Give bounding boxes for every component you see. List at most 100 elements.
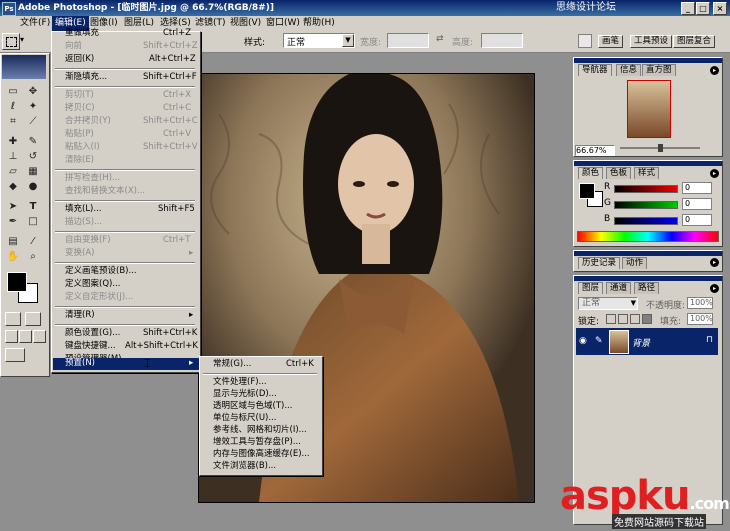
channel-g-value[interactable]: 0 [682, 198, 712, 210]
chevron-down-icon[interactable]: ▾ [20, 35, 24, 44]
pref-memory-cache[interactable]: 内存与图像高速缓存(E)... [201, 449, 321, 460]
menu-item-transform[interactable]: 变换(A) ▸ [53, 248, 199, 259]
pref-plugins-scratch[interactable]: 增效工具与暂存盘(P)... [201, 437, 321, 448]
hand-tool-icon[interactable]: ✋ [5, 250, 21, 264]
standard-mode-icon[interactable] [5, 312, 21, 326]
pref-guides-grid-slices[interactable]: 参考线、网格和切片(I)... [201, 425, 321, 436]
move-tool-icon[interactable]: ✥ [25, 85, 41, 99]
crop-tool-icon[interactable]: ⌗ [5, 115, 21, 129]
menu-item-define-custom-shape[interactable]: 定义自定形状(J)... [53, 292, 199, 303]
menu-item-free-transform[interactable]: 自由变换(F) Ctrl+T [53, 235, 199, 246]
menu-item-color-settings[interactable]: 颜色设置(G)... Shift+Ctrl+K [53, 328, 199, 339]
path-selection-tool-icon[interactable]: ➤ [5, 200, 21, 214]
menu-item-stroke[interactable]: 描边(S)... [53, 217, 199, 228]
height-input[interactable] [481, 33, 523, 48]
lasso-tool-icon[interactable]: ℓ [5, 100, 21, 114]
style-select[interactable]: 正常 ▼ [283, 33, 355, 48]
menu-item-fade-fill[interactable]: 渐隐填充... Shift+Ctrl+F [53, 72, 199, 83]
marquee-preset-button[interactable] [2, 33, 20, 50]
tab-history[interactable]: 历史记录 [578, 257, 621, 269]
marquee-tool-icon[interactable]: ▭ [5, 85, 21, 99]
menu-item-redo-fill[interactable]: 重做填充 Ctrl+Z [53, 28, 199, 39]
type-tool-icon[interactable]: T [25, 200, 41, 214]
swap-icon[interactable]: ⇄ [436, 34, 444, 44]
tab-color[interactable]: 颜色 [578, 167, 604, 179]
tab-info[interactable]: 信息 [616, 64, 642, 76]
history-brush-tool-icon[interactable]: ↺ [25, 150, 41, 164]
slice-tool-icon[interactable]: ⟋ [25, 115, 41, 129]
menu-item-fill[interactable]: 填充(L)... Shift+F5 [53, 204, 199, 215]
minimize-button[interactable]: _ [681, 2, 695, 15]
tab-navigator[interactable]: 导航器 [578, 64, 612, 76]
pref-general[interactable]: 常规(G)... Ctrl+K [201, 359, 321, 370]
tab-actions[interactable]: 动作 [622, 257, 648, 269]
width-input[interactable] [387, 33, 429, 48]
menu-item-define-pattern[interactable]: 定义图案(Q)... [53, 279, 199, 290]
brush-tool-icon[interactable]: ✎ [25, 135, 41, 149]
lock-all-icon[interactable] [642, 314, 652, 324]
tab-layer-comps[interactable]: 图层复合 [673, 35, 716, 48]
channel-r-slider[interactable] [614, 185, 678, 193]
zoom-field[interactable]: 66.67% [575, 145, 615, 156]
layer-row[interactable]: ◉ ✎ 背景 ⊓ [576, 328, 718, 355]
pref-file-handling[interactable]: 文件处理(F)... [201, 377, 321, 388]
tab-swatches[interactable]: 色板 [606, 167, 632, 179]
tab-tool-presets[interactable]: 工具预设 [630, 35, 673, 48]
screen-mode-standard-icon[interactable] [5, 330, 18, 343]
healing-brush-tool-icon[interactable]: ✚ [5, 135, 21, 149]
menu-item-copy-merged[interactable]: 合并拷贝(Y) Shift+Ctrl+C [53, 116, 199, 127]
menu-item-paste[interactable]: 粘贴(P) Ctrl+V [53, 129, 199, 140]
chevron-down-icon[interactable]: ▼ [631, 298, 636, 309]
screen-mode-full-icon[interactable] [33, 330, 46, 343]
pen-tool-icon[interactable]: ✒ [5, 215, 21, 229]
menu-item-find-replace[interactable]: 查找和替换文本(X)... [53, 186, 199, 197]
dodge-tool-icon[interactable]: ● [25, 180, 41, 194]
tab-histogram[interactable]: 直方图 [642, 64, 676, 76]
zoom-slider-thumb[interactable] [658, 144, 663, 152]
tab-channels[interactable]: 通道 [606, 282, 632, 294]
lock-move-icon[interactable] [630, 314, 640, 324]
eye-icon[interactable]: ◉ [579, 336, 587, 346]
lock-paint-icon[interactable] [618, 314, 628, 324]
tab-brushes[interactable]: 画笔 [598, 35, 624, 48]
pref-display-cursors[interactable]: 显示与光标(D)... [201, 389, 321, 400]
tab-layers[interactable]: 图层 [578, 282, 604, 294]
menu-item-purge[interactable]: 清理(R) ▸ [53, 310, 199, 321]
channel-b-slider[interactable] [614, 217, 678, 225]
shape-tool-icon[interactable]: □ [25, 215, 41, 229]
navigator-thumbnail[interactable] [627, 80, 671, 138]
pref-transparency-gamut[interactable]: 透明区域与色域(T)... [201, 401, 321, 412]
menu-item-step-forward[interactable]: 向前 Shift+Ctrl+Z [53, 41, 199, 52]
tab-paths[interactable]: 路径 [634, 282, 660, 294]
gradient-tool-icon[interactable]: ▦ [25, 165, 41, 179]
quick-mask-icon[interactable] [25, 312, 41, 326]
notes-tool-icon[interactable]: ▤ [5, 235, 21, 249]
blur-tool-icon[interactable]: ◆ [5, 180, 21, 194]
eyedropper-tool-icon[interactable]: ⁄ [25, 235, 41, 249]
menu-item-preferences[interactable]: 预置(N) ▸ [53, 358, 199, 370]
close-button[interactable]: × [713, 2, 727, 15]
panel-menu-icon[interactable]: ▸ [710, 258, 719, 267]
menu-item-define-brush[interactable]: 定义画笔预设(B)... [53, 266, 199, 277]
zoom-tool-icon[interactable]: ⌕ [25, 250, 41, 264]
menu-item-cut[interactable]: 剪切(T) Ctrl+X [53, 90, 199, 101]
tab-styles[interactable]: 样式 [634, 167, 660, 179]
foreground-color-swatch[interactable] [7, 272, 27, 292]
panel-menu-icon[interactable]: ▸ [710, 284, 719, 293]
eraser-tool-icon[interactable]: ▱ [5, 165, 21, 179]
lock-transparency-icon[interactable] [606, 314, 616, 324]
menu-view[interactable]: 视图(V) [227, 16, 264, 31]
panel-menu-icon[interactable]: ▸ [710, 169, 719, 178]
channel-g-slider[interactable] [614, 201, 678, 209]
menu-item-check-spelling[interactable]: 拼写检查(H)... [53, 173, 199, 184]
menu-window[interactable]: 窗口(W) [263, 16, 303, 31]
menu-item-copy[interactable]: 拷贝(C) Ctrl+C [53, 103, 199, 114]
screen-mode-full-menu-icon[interactable] [19, 330, 32, 343]
clone-stamp-tool-icon[interactable]: ⊥ [5, 150, 21, 164]
channel-b-value[interactable]: 0 [682, 214, 712, 226]
menu-help[interactable]: 帮助(H) [300, 16, 338, 31]
opacity-value[interactable]: 100% [687, 297, 713, 309]
color-spectrum-ramp[interactable] [577, 231, 719, 242]
menu-item-step-backward[interactable]: 返回(K) Alt+Ctrl+Z [53, 54, 199, 65]
file-browser-icon[interactable] [578, 34, 592, 48]
